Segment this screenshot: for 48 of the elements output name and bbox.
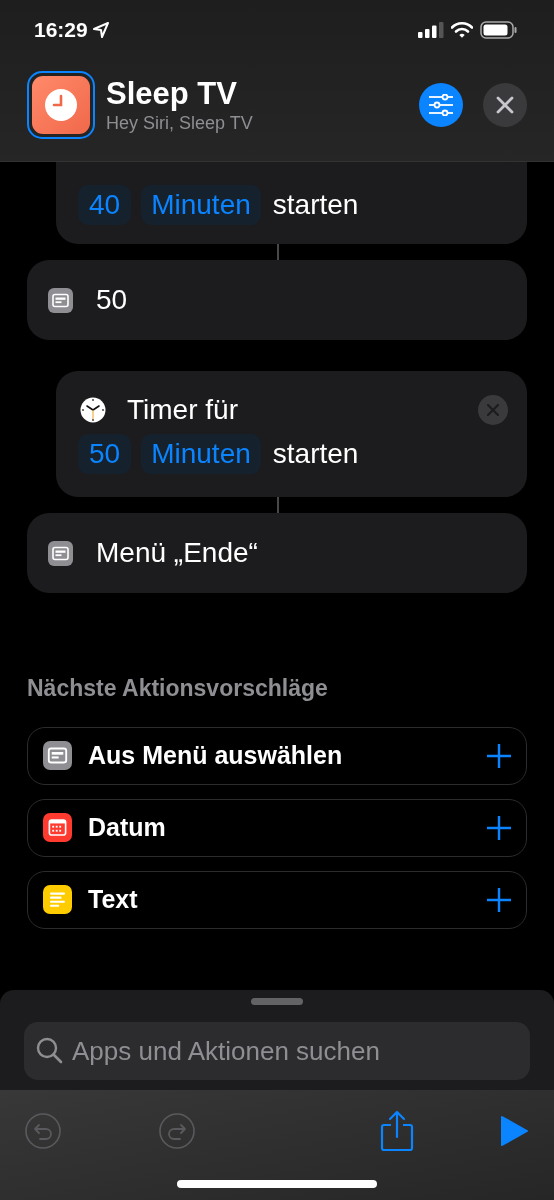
signal-icon: [418, 21, 444, 38]
suggestion-row[interactable]: Text: [27, 870, 527, 929]
suggestion-row[interactable]: Datum: [27, 798, 527, 857]
settings-button[interactable]: [419, 83, 463, 128]
wifi-icon: [451, 21, 473, 38]
status-time: 16:29: [34, 17, 88, 44]
suggestion-row[interactable]: Aus Menü auswählen: [27, 726, 527, 785]
shortcut-subtitle: Hey Siri, Sleep TV: [106, 112, 254, 135]
shortcut-title: Sleep TV: [106, 76, 238, 113]
share-icon[interactable]: [380, 1110, 414, 1152]
plus-icon: [487, 815, 511, 840]
action-text: starten: [272, 437, 359, 471]
suggestion-label: Text: [88, 883, 139, 915]
plus-icon: [487, 887, 511, 912]
add-button[interactable]: [485, 885, 513, 914]
menu-icon: [48, 287, 73, 313]
connector-line: [276, 497, 279, 513]
action-title: Timer für: [127, 393, 239, 427]
number-token[interactable]: 50: [78, 434, 132, 474]
clock-icon: [80, 397, 106, 423]
close-icon: [496, 96, 514, 115]
search-icon: [36, 1037, 64, 1065]
unit-token[interactable]: Minuten: [141, 434, 261, 474]
suggestion-label: Aus Menü auswählen: [88, 739, 344, 771]
search-field[interactable]: Apps und Aktionen suchen: [24, 1022, 530, 1080]
close-button[interactable]: [483, 83, 527, 128]
suggestion-label: Datum: [88, 811, 167, 843]
action-card[interactable]: Timer für 50 Minuten starten: [56, 371, 527, 497]
shortcut-icon[interactable]: [27, 71, 95, 140]
location-icon: [91, 20, 110, 39]
close-icon: [487, 404, 499, 416]
unit-token[interactable]: Minuten: [141, 185, 261, 225]
add-button[interactable]: [485, 813, 513, 842]
sliders-icon: [428, 94, 454, 117]
menu-card[interactable]: 50: [27, 260, 527, 340]
section-heading: Nächste Aktionsvorschläge: [27, 674, 329, 703]
menu-label: 50: [96, 283, 128, 317]
action-text: starten: [272, 188, 359, 222]
number-token[interactable]: 40: [78, 185, 132, 225]
add-button[interactable]: [485, 741, 513, 770]
menu-icon: [48, 540, 73, 566]
menu-label: Menü „Ende“: [96, 536, 258, 570]
action-card[interactable]: 40 Minuten starten: [56, 162, 527, 244]
play-icon[interactable]: [500, 1115, 528, 1147]
menu-card[interactable]: Menü „Ende“: [27, 513, 527, 593]
plus-icon: [487, 743, 511, 768]
connector-line: [276, 244, 279, 260]
battery-icon: [480, 20, 518, 39]
